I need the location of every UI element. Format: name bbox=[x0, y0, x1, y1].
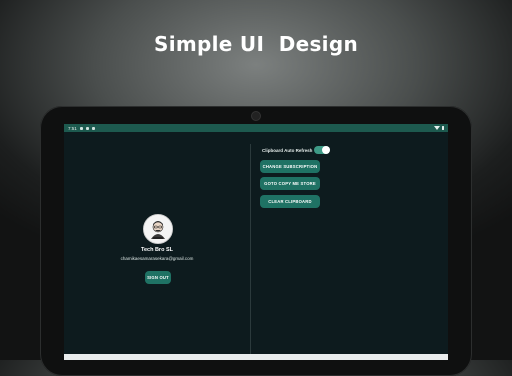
tablet-device: 7:51 Tech Bro SL chamikaesamarasekara@gm… bbox=[40, 106, 472, 376]
screen-bottom-edge bbox=[64, 354, 448, 360]
panel-divider bbox=[250, 144, 251, 354]
battery-icon bbox=[441, 125, 444, 131]
app-icon bbox=[85, 126, 89, 130]
app-screen: 7:51 Tech Bro SL chamikaesamarasekara@gm… bbox=[64, 124, 448, 360]
clipboard-auto-refresh-label: Clipboard Auto Refresh bbox=[262, 148, 313, 153]
goto-copy-me-store-button[interactable]: GOTO COPY ME STORE bbox=[260, 177, 320, 190]
toggle-knob bbox=[322, 146, 330, 154]
clear-clipboard-button[interactable]: CLEAR CLIPBOARD bbox=[260, 195, 320, 208]
sign-out-button[interactable]: SIGN OUT bbox=[145, 271, 171, 284]
front-camera bbox=[251, 111, 261, 121]
status-time: 7:51 bbox=[68, 125, 77, 131]
change-subscription-button[interactable]: CHANGE SUBSCRIPTION bbox=[260, 160, 320, 173]
wifi-icon bbox=[433, 126, 440, 130]
avatar-illustration bbox=[144, 215, 172, 243]
profile-name: Tech Bro SL bbox=[141, 247, 173, 253]
clipboard-auto-refresh-toggle[interactable] bbox=[314, 146, 330, 154]
main-content: Tech Bro SL chamikaesamarasekara@gmail.c… bbox=[64, 132, 448, 360]
message-icon bbox=[91, 126, 95, 130]
avatar bbox=[143, 214, 173, 244]
status-bar: 7:51 bbox=[64, 124, 448, 132]
notification-icon bbox=[79, 126, 83, 130]
profile-email: chamikaesamarasekara@gmail.com bbox=[120, 256, 194, 261]
headline: Simple UI Design bbox=[154, 32, 358, 56]
